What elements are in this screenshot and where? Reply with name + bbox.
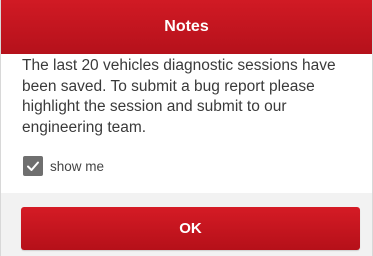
ok-button[interactable]: OK [21, 207, 360, 250]
show-me-checkbox-row[interactable]: show me [23, 154, 104, 178]
show-me-checkbox[interactable] [23, 156, 43, 176]
dialog-message: The last 20 vehicles diagnostic sessions… [22, 57, 336, 136]
dialog-title: Notes [164, 18, 209, 35]
notes-dialog: Notes The last 20 vehicles diagnostic se… [0, 0, 373, 256]
show-me-label: show me [50, 158, 105, 174]
dialog-title-bar: Notes [1, 0, 372, 54]
checkmark-icon [27, 161, 39, 171]
